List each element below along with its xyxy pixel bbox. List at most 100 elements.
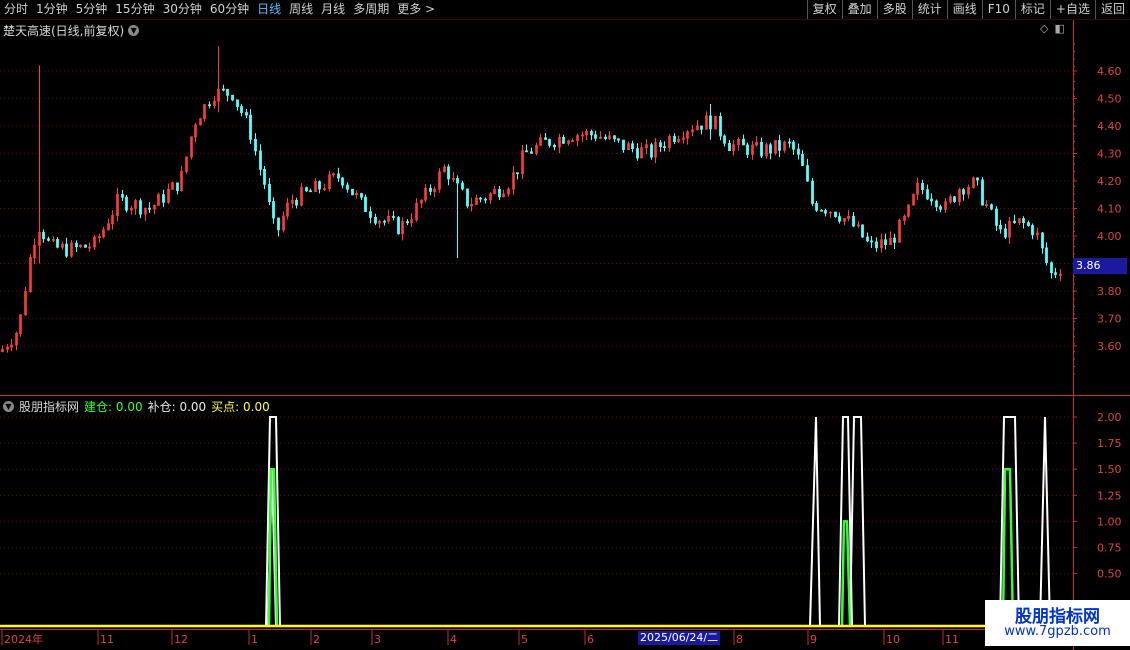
candle-body xyxy=(277,217,280,231)
candle-body xyxy=(806,165,809,182)
candle-body xyxy=(995,208,998,226)
price-tick-label: 3.80 xyxy=(1097,285,1122,298)
candle-body xyxy=(226,89,229,96)
candle-body xyxy=(811,180,814,204)
indicator-tick-label: 1.75 xyxy=(1097,437,1122,450)
candle-body xyxy=(935,200,938,208)
signal-green-line xyxy=(840,520,852,627)
indicator-item-2: 买点: 0.00 xyxy=(211,400,270,414)
candle-body xyxy=(125,196,128,211)
candle-body xyxy=(875,241,878,249)
candle-body xyxy=(769,144,772,154)
candle-body xyxy=(746,144,749,155)
chevron-down-icon[interactable]: ▼ xyxy=(3,401,14,412)
candle-body xyxy=(861,224,864,238)
candle-body xyxy=(56,238,59,248)
x-axis-label: 2 xyxy=(313,633,320,646)
candle-body xyxy=(990,204,993,210)
candle-body xyxy=(466,188,469,207)
x-axis-label: 2024年 xyxy=(4,632,43,646)
candle-body xyxy=(245,112,248,116)
candle-body xyxy=(801,153,804,166)
price-tick-label: 4.30 xyxy=(1097,148,1122,161)
candle-body xyxy=(456,178,459,184)
candle-body xyxy=(259,150,262,170)
stock-title: 楚天高速(日线,前复权) ▼ xyxy=(3,22,140,39)
price-tick-label: 4.40 xyxy=(1097,120,1122,133)
candle-body xyxy=(1004,228,1007,238)
indicator-tick-label: 2.00 xyxy=(1097,411,1122,424)
candle-body xyxy=(461,182,464,190)
date-cursor-label: 2025/06/24/二 xyxy=(638,631,721,645)
candle-body xyxy=(397,217,400,235)
candle-body xyxy=(820,209,823,212)
candle-body xyxy=(1045,247,1048,264)
candle-body xyxy=(870,240,873,243)
candle-body xyxy=(613,135,616,140)
indicator-tick-label: 0.75 xyxy=(1097,542,1122,555)
price-tick-label: 4.50 xyxy=(1097,93,1122,106)
candle-body xyxy=(249,114,252,140)
price-tick-label: 4.10 xyxy=(1097,203,1122,216)
main-chart-tools: ◇ ◧ xyxy=(1040,22,1065,35)
candle-body xyxy=(318,181,321,190)
candle-body xyxy=(852,215,855,227)
candle-body xyxy=(139,200,142,215)
candle-body xyxy=(374,217,377,224)
candle-body xyxy=(700,125,703,130)
candle-body xyxy=(617,138,620,141)
panel-toggle-icon[interactable]: ◧ xyxy=(1054,22,1064,35)
indicator-item-1: 补仓: 0.00 xyxy=(147,400,207,414)
candle-body xyxy=(346,184,349,190)
candle-body xyxy=(1027,222,1030,226)
candle-body xyxy=(75,242,78,248)
candle-body xyxy=(1031,225,1034,236)
candle-body xyxy=(268,183,271,202)
x-axis-label: 3 xyxy=(374,633,381,646)
candle-body xyxy=(263,168,266,185)
indicator-name: 股朋指标网 xyxy=(19,400,80,414)
candle-body xyxy=(369,211,372,218)
candle-body xyxy=(939,206,942,210)
x-axis-label: 12 xyxy=(174,633,188,646)
candle-body xyxy=(498,188,501,198)
chevron-down-icon[interactable]: ▼ xyxy=(128,25,140,36)
x-axis-label: 11 xyxy=(100,633,114,646)
candle-body xyxy=(392,216,395,218)
indicator-values: 建仓: 0.00 补仓: 0.00 买点: 0.00 xyxy=(84,398,275,415)
candle-body xyxy=(176,182,179,192)
candle-body xyxy=(429,187,432,192)
candle-body xyxy=(921,182,924,190)
x-axis-label: 4 xyxy=(450,633,457,646)
candle-body xyxy=(295,199,298,206)
candle-body xyxy=(723,135,726,144)
price-tick-label: 4.20 xyxy=(1097,175,1122,188)
indicator-tick-label: 1.50 xyxy=(1097,463,1122,476)
candle-body xyxy=(562,136,565,144)
candle-body xyxy=(594,134,597,139)
candle-body xyxy=(838,216,841,222)
x-axis-label: 10 xyxy=(886,633,900,646)
candle-body xyxy=(866,236,869,242)
x-axis-label: 11 xyxy=(945,633,959,646)
x-axis-label: 6 xyxy=(587,633,594,646)
diamond-icon[interactable]: ◇ xyxy=(1040,22,1048,35)
candle-body xyxy=(305,187,308,192)
candle-body xyxy=(797,148,800,155)
candle-body xyxy=(659,142,662,148)
indicator-title: ▼ 股朋指标网 建仓: 0.00 补仓: 0.00 买点: 0.00 xyxy=(3,398,275,415)
watermark: 股朋指标网 www.7gpzb.com xyxy=(985,600,1130,646)
kline-chart[interactable]: 4.604.504.404.304.204.104.003.903.803.70… xyxy=(0,0,1130,650)
indicator-item-0: 建仓: 0.00 xyxy=(84,400,143,414)
candle-body xyxy=(148,207,151,210)
candle-body xyxy=(240,106,243,113)
candle-body xyxy=(728,142,731,151)
candle-body xyxy=(792,141,795,150)
candle-body xyxy=(351,188,354,196)
indicator-tick-label: 1.00 xyxy=(1097,515,1122,528)
candle-body xyxy=(341,177,344,186)
candle-body xyxy=(824,210,827,214)
candle-body xyxy=(788,141,791,144)
candle-body xyxy=(406,221,409,224)
candle-body xyxy=(976,177,979,181)
